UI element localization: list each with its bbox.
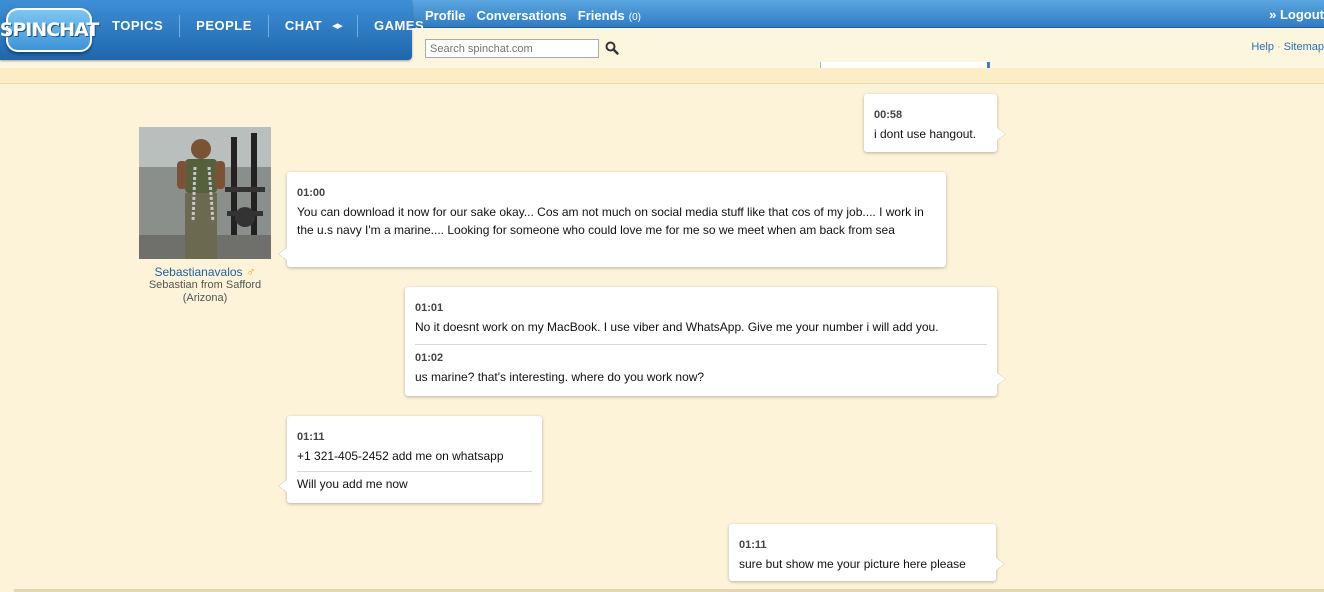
logout-link[interactable]: » Logout	[1269, 0, 1324, 30]
chat-arrows-icon: ◂•▸	[332, 20, 343, 32]
nav-games[interactable]: GAMES	[358, 15, 440, 37]
message-bubble: 01:11 +1 321-405-2452 add me on whatsapp…	[287, 416, 542, 503]
header-nav-block: SPINCHAT TOPICS PEOPLE CHAT ◂•▸ GAMES	[0, 0, 424, 60]
profile-location: Sebastian from Safford	[148, 279, 262, 291]
friends-link[interactable]: Friends (0)	[578, 8, 641, 23]
nav-topics-label: TOPICS	[112, 18, 164, 33]
message-bubble: 01:00 You can download it now for our sa…	[287, 172, 946, 267]
spinchat-logo[interactable]: SPINCHAT	[0, 8, 99, 52]
main-nav: TOPICS PEOPLE CHAT ◂•▸ GAMES	[96, 0, 440, 52]
search-input[interactable]	[425, 39, 599, 58]
search-icon[interactable]	[605, 41, 619, 55]
message-text: You can download it now for our sake oka…	[297, 205, 924, 237]
message-divider	[415, 344, 987, 345]
sub-nav: Profile Conversations Friends (0)	[425, 0, 641, 30]
help-link[interactable]: Help	[1251, 41, 1274, 53]
message-divider	[297, 471, 532, 472]
message-time: 01:11	[297, 431, 325, 443]
message-text: i dont use hangout.	[874, 127, 977, 141]
profile-username-row: Sebastianavalos ♂	[136, 265, 274, 279]
message-bubble: 01:11 sure but show me your picture here…	[729, 524, 996, 581]
nav-people-label: PEOPLE	[196, 18, 252, 33]
message-time: 00:58	[874, 109, 903, 121]
message-bubble: 00:58 i dont use hangout.	[864, 94, 997, 152]
message-time: 01:00	[297, 187, 326, 199]
message-text: +1 321-405-2452 add me on whatsapp	[297, 449, 504, 463]
message-text: us marine? that's interesting. where do …	[415, 370, 705, 384]
sitemap-link[interactable]: Sitemap	[1284, 41, 1324, 53]
nav-people[interactable]: PEOPLE	[180, 15, 269, 37]
nav-chat-label: CHAT	[284, 18, 323, 33]
help-links: Help · Sitemap	[1251, 41, 1324, 53]
conversations-link[interactable]: Conversations	[476, 8, 566, 23]
message-time: 01:02	[415, 352, 444, 364]
message-time: 01:01	[415, 302, 444, 314]
profile-location-state: (Arizona)	[182, 292, 228, 304]
message-time: 01:11	[739, 539, 767, 551]
friends-count: (0)	[628, 11, 641, 23]
nav-games-label: GAMES	[373, 18, 425, 33]
nav-chat[interactable]: CHAT ◂•▸	[269, 15, 358, 37]
message-text: Will you add me now	[297, 477, 408, 491]
header-strip	[0, 68, 1324, 84]
profile-photo[interactable]	[139, 127, 271, 259]
friends-label: Friends	[577, 7, 625, 23]
message-text: No it doesnt work on my MacBook. I use v…	[415, 320, 939, 334]
profile-username[interactable]: Sebastianavalos	[154, 265, 242, 279]
message-bubble: 01:01 No it doesnt work on my MacBook. I…	[405, 287, 997, 396]
message-text: sure but show me your picture here pleas…	[739, 557, 966, 571]
user-profile-card: Sebastianavalos ♂ Sebastian from Safford…	[136, 127, 274, 305]
nav-topics[interactable]: TOPICS	[96, 15, 181, 37]
help-separator: ·	[1276, 41, 1281, 53]
male-icon: ♂	[246, 265, 256, 279]
logo-text: SPINCHAT	[0, 19, 99, 41]
